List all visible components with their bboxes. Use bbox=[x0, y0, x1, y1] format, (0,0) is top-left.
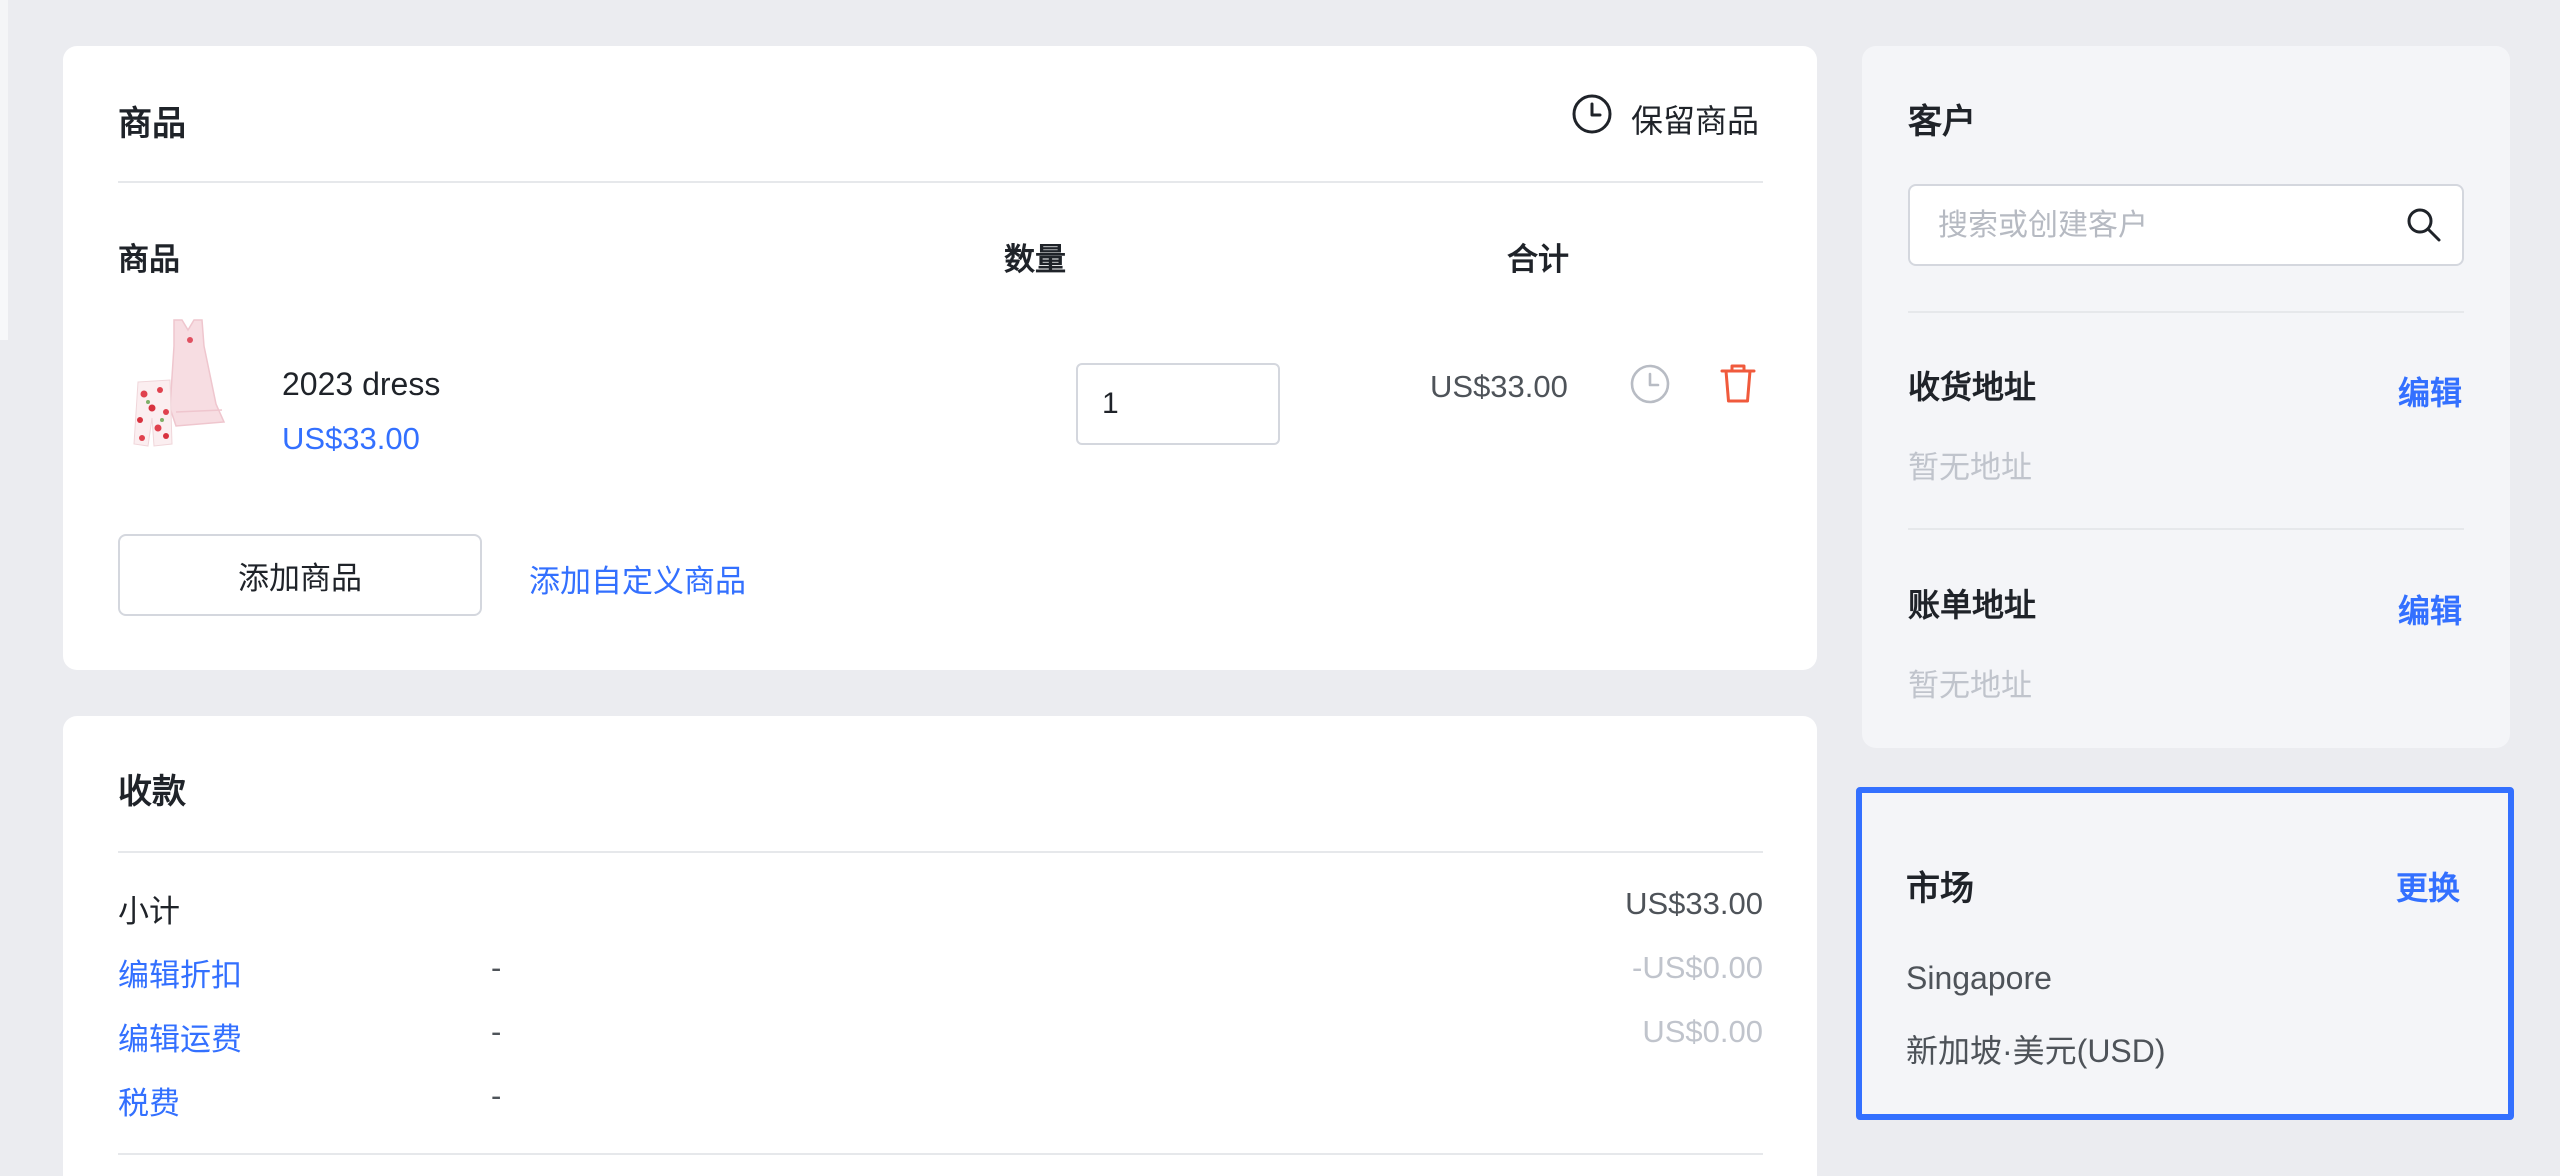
subtotal-label: 小计 bbox=[118, 894, 180, 929]
payment-card-title: 收款 bbox=[118, 773, 186, 811]
products-card-title: 商品 bbox=[118, 105, 186, 143]
tax-link[interactable]: 税费 bbox=[118, 1078, 180, 1123]
subtotal-value: US$33.00 bbox=[1625, 886, 1763, 921]
customer-search-box[interactable] bbox=[1908, 184, 2464, 266]
add-custom-product-link[interactable]: 添加自定义商品 bbox=[529, 556, 746, 601]
products-header-divider bbox=[118, 181, 1763, 183]
line-item-row: 2023 dress US$33.00 US$33.00 bbox=[118, 306, 1768, 506]
product-thumbnail bbox=[133, 319, 226, 447]
column-header-total: 合计 bbox=[1507, 242, 1569, 277]
search-icon[interactable] bbox=[2404, 205, 2444, 245]
edit-shipping-link[interactable]: 编辑运费 bbox=[118, 1014, 242, 1059]
line-item-price: US$33.00 bbox=[282, 421, 420, 456]
shipping-address-empty: 暂无地址 bbox=[1908, 450, 2032, 485]
products-card: 商品 保留商品 商品 数量 合计 2023 dress US$33.00 1 U… bbox=[63, 46, 1817, 670]
payment-bottom-divider bbox=[118, 1153, 1763, 1155]
billing-address-empty: 暂无地址 bbox=[1908, 668, 2032, 703]
discount-value: -US$0.00 bbox=[1632, 950, 1763, 985]
customer-divider-2 bbox=[1908, 528, 2464, 530]
market-card-title: 市场 bbox=[1906, 870, 1974, 908]
column-header-product: 商品 bbox=[118, 242, 180, 277]
left-edge-panel bbox=[0, 0, 8, 250]
left-edge-panel-lower bbox=[0, 250, 8, 340]
payment-card: 收款 小计 US$33.00 编辑折扣 - -US$0.00 编辑运费 - US… bbox=[63, 716, 1817, 1176]
quantity-input[interactable] bbox=[1076, 363, 1280, 445]
market-card: 市场 更换 Singapore 新加坡·美元(USD) bbox=[1856, 787, 2514, 1120]
customer-card: 客户 收货地址 编辑 暂无地址 账单地址 编辑 暂无地址 bbox=[1862, 46, 2510, 748]
tax-detail: - bbox=[491, 1078, 502, 1113]
edit-discount-link[interactable]: 编辑折扣 bbox=[118, 950, 242, 995]
billing-address-title: 账单地址 bbox=[1908, 587, 2037, 623]
market-name: Singapore bbox=[1906, 960, 2052, 996]
hold-products-button[interactable]: 保留商品 bbox=[1565, 90, 1765, 140]
change-market-link[interactable]: 更换 bbox=[2396, 863, 2460, 909]
shipping-value: US$0.00 bbox=[1642, 1014, 1763, 1049]
customer-divider-1 bbox=[1908, 311, 2464, 313]
edit-shipping-address-link[interactable]: 编辑 bbox=[2398, 368, 2462, 414]
payment-header-divider bbox=[118, 851, 1763, 853]
market-detail: 新加坡·美元(USD) bbox=[1906, 1033, 2166, 1069]
add-product-button[interactable]: 添加商品 bbox=[118, 534, 482, 616]
customer-card-title: 客户 bbox=[1908, 103, 1976, 141]
line-item-name[interactable]: 2023 dress bbox=[282, 366, 440, 403]
clock-icon bbox=[1572, 94, 1612, 134]
hold-products-label: 保留商品 bbox=[1631, 103, 1760, 139]
clock-icon[interactable] bbox=[1628, 362, 1672, 406]
column-header-quantity: 数量 bbox=[1004, 242, 1066, 277]
edit-billing-address-link[interactable]: 编辑 bbox=[2398, 586, 2462, 632]
line-item-total: US$33.00 bbox=[1430, 369, 1568, 404]
shipping-detail: - bbox=[491, 1014, 502, 1049]
shipping-address-title: 收货地址 bbox=[1908, 369, 2037, 405]
trash-icon[interactable] bbox=[1716, 361, 1760, 405]
customer-search-input[interactable] bbox=[1936, 186, 2380, 266]
discount-detail: - bbox=[491, 950, 502, 985]
